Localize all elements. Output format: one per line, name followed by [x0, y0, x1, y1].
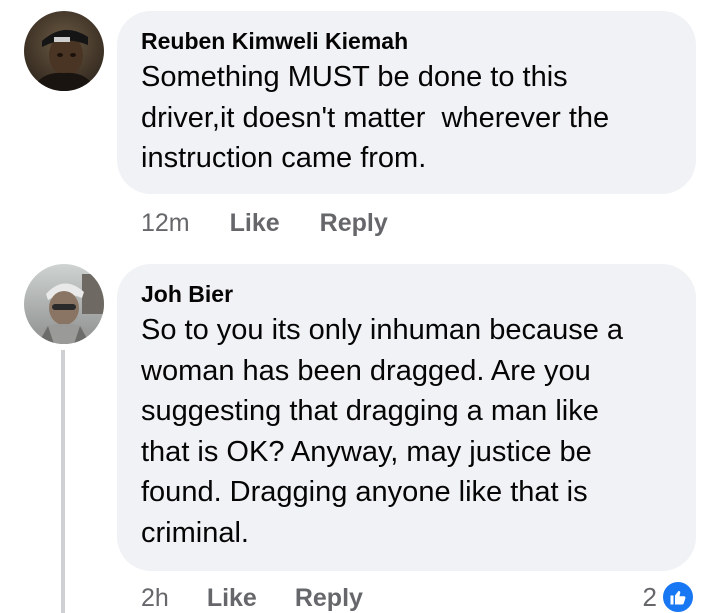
comment-text-line: found. Dragging anyone like that is [141, 476, 588, 508]
profile-photo-icon [24, 264, 104, 344]
comment-text: Something MUST be done to this driver,it… [141, 57, 672, 179]
reaction-count: 2 [642, 581, 657, 612]
comment-actions: 12m Like Reply [141, 205, 388, 241]
comment-timestamp[interactable]: 12m [141, 209, 190, 238]
comment-text-line: suggesting that dragging a man like [141, 395, 599, 427]
avatar[interactable] [24, 11, 104, 91]
comment-actions: 2h Like Reply [141, 580, 363, 613]
reply-button[interactable]: Reply [320, 209, 388, 238]
comment-bubble: Joh Bier So to you its only inhuman beca… [117, 264, 696, 571]
like-button[interactable]: Like [230, 209, 280, 238]
reply-thread-line [61, 350, 65, 613]
comment-text-line: driver,it doesn't matter wherever the [141, 101, 610, 134]
reaction-summary[interactable]: 2 [643, 579, 695, 613]
comment-author[interactable]: Reuben Kimweli Kiemah [141, 25, 672, 57]
comment-text-line: that is OK? Anyway, may justice be [141, 435, 592, 468]
comment-text-line: criminal. [141, 516, 249, 549]
comment-text-line: woman has been dragged. Are you [141, 354, 591, 387]
profile-photo-icon [24, 11, 104, 91]
comment-text-line: Something MUST be done to this [141, 61, 568, 93]
like-button[interactable]: Like [207, 584, 257, 613]
comment-timestamp[interactable]: 2h [141, 584, 169, 613]
avatar[interactable] [24, 264, 104, 344]
thumbs-up-icon [661, 580, 695, 613]
comment-author[interactable]: Joh Bier [141, 278, 672, 310]
comment-thread: Reuben Kimweli Kiemah Something MUST be … [0, 0, 719, 613]
comment-text-line: instruction came from. [141, 142, 427, 174]
comment-text: So to you its only inhuman because a wom… [141, 310, 672, 553]
comment-text-line: So to you its only inhuman because a [141, 314, 624, 346]
reply-button[interactable]: Reply [295, 584, 363, 613]
comment-bubble: Reuben Kimweli Kiemah Something MUST be … [117, 11, 696, 194]
